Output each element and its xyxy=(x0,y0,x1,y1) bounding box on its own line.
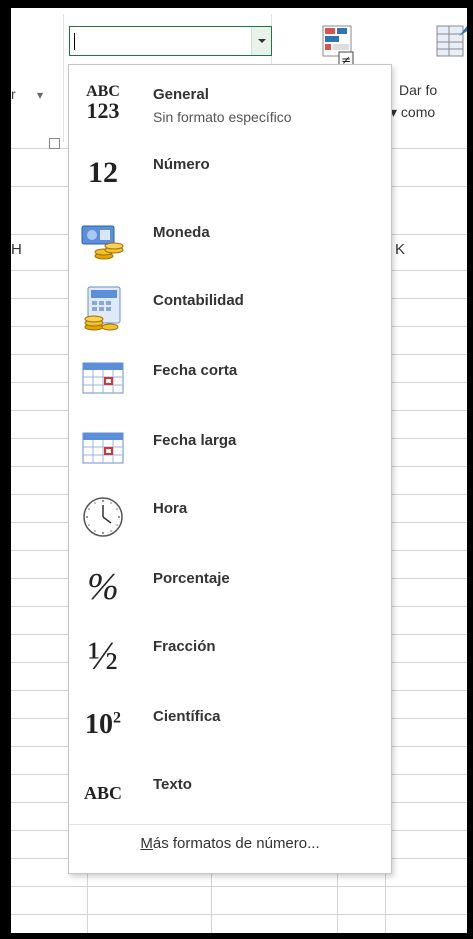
column-header-h[interactable]: H xyxy=(11,241,22,258)
more-number-formats-link[interactable]: Más formatos de número... xyxy=(69,835,391,852)
menu-item-fecha-corta[interactable]: Fecha corta xyxy=(69,349,391,417)
menu-item-label: Fecha corta xyxy=(153,362,238,379)
menu-item-label: Hora xyxy=(153,500,188,517)
menu-item-fecha-larga[interactable]: Fecha larga xyxy=(69,419,391,487)
number-format-combobox[interactable] xyxy=(69,26,272,56)
menu-item-label: Número xyxy=(153,156,210,173)
column-header-k[interactable]: K xyxy=(395,241,405,258)
menu-item-moneda[interactable]: Moneda xyxy=(69,211,391,279)
123-glyph: 123 xyxy=(86,98,120,123)
abc-glyph: ABC xyxy=(83,782,122,803)
abc-123-icon: ABC 123 xyxy=(77,73,129,133)
menu-item-label: Texto xyxy=(153,776,192,793)
percent-icon: % xyxy=(77,557,129,617)
format-as-table-icon[interactable] xyxy=(429,22,467,68)
menu-item-texto[interactable]: ABC Texto xyxy=(69,763,391,831)
ribbon-left-label: r xyxy=(11,86,16,102)
accounting-calculator-icon xyxy=(77,279,129,339)
ribbon-separator xyxy=(63,14,64,142)
menu-item-label: Fecha larga xyxy=(153,432,237,449)
menu-item-general[interactable]: ABC 123 General Sin formato específico xyxy=(69,73,391,141)
menu-item-label: Contabilidad xyxy=(153,292,244,309)
clock-icon xyxy=(77,487,129,547)
grid-line xyxy=(211,868,212,933)
exponent-glyph: 2 xyxy=(113,709,121,727)
scientific-icon: 102 xyxy=(77,695,129,755)
excel-window: r ▾ ≠ Dar fo l ▾ como xyxy=(11,8,467,933)
menu-item-contabilidad[interactable]: Contabilidad xyxy=(69,279,391,347)
grid-line xyxy=(337,868,338,933)
chevron-down-icon[interactable]: ▾ xyxy=(37,88,43,102)
menu-item-label: Moneda xyxy=(153,224,210,241)
percent-glyph: % xyxy=(87,566,119,608)
number-12-icon: 12 xyxy=(77,143,129,203)
menu-item-cientifica[interactable]: 102 Científica xyxy=(69,695,391,763)
menu-item-description: Sin formato específico xyxy=(153,109,292,125)
calendar-short-icon xyxy=(77,349,129,409)
fraction-icon: ½ xyxy=(77,625,129,685)
grid-line xyxy=(87,868,88,933)
como-label: como xyxy=(400,104,436,120)
currency-coins-icon xyxy=(77,211,129,271)
more-number-formats-label: ás formatos de número... xyxy=(152,835,320,852)
menu-separator xyxy=(69,824,391,825)
format-as-table-label[interactable]: Dar fo xyxy=(399,82,437,98)
grid-line xyxy=(11,886,467,887)
menu-item-hora[interactable]: Hora xyxy=(69,487,391,555)
calendar-long-icon xyxy=(77,419,129,479)
menu-item-label: Porcentaje xyxy=(153,570,230,587)
menu-item-fraccion[interactable]: ½ Fracción xyxy=(69,625,391,693)
combobox-dropdown-button[interactable] xyxy=(251,27,271,55)
menu-item-numero[interactable]: 12 Número xyxy=(69,143,391,211)
fraction-glyph: ½ xyxy=(88,632,118,678)
menu-item-porcentaje[interactable]: % Porcentaje xyxy=(69,557,391,625)
menu-item-label: Fracción xyxy=(153,638,216,655)
text-abc-icon: ABC xyxy=(77,763,129,823)
number-glyph: 12 xyxy=(88,156,118,189)
ten-glyph: 10 xyxy=(85,709,113,740)
access-key: M xyxy=(140,835,153,852)
menu-item-label: Científica xyxy=(153,708,221,725)
number-format-menu: ABC 123 General Sin formato específico 1… xyxy=(68,64,392,874)
text-caret xyxy=(74,33,75,50)
grid-line xyxy=(11,914,467,915)
menu-item-label: General xyxy=(153,86,209,103)
